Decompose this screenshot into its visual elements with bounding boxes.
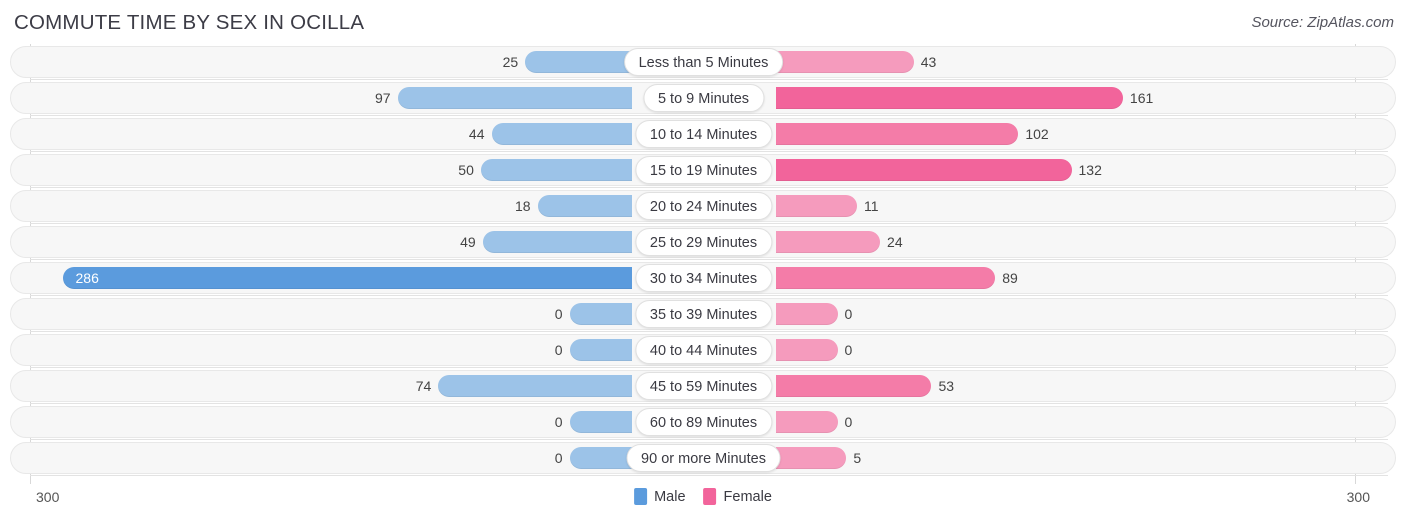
axis-tick-right: 300 xyxy=(1346,489,1370,505)
category-label-pill[interactable]: 90 or more Minutes xyxy=(626,444,781,472)
chart-header: COMMUTE TIME BY SEX IN OCILLA Source: Zi… xyxy=(0,0,1406,44)
legend-label-female: Female xyxy=(723,488,772,505)
bar-row[interactable]: 74 53 45 to 59 Minutes xyxy=(0,368,1406,404)
bar-female[interactable] xyxy=(775,51,914,73)
bar-male[interactable] xyxy=(397,87,632,109)
bar-male[interactable] xyxy=(525,51,632,73)
value-male: 49 xyxy=(460,234,476,250)
bar-female[interactable] xyxy=(775,447,847,469)
bar-female[interactable] xyxy=(775,411,838,433)
bar-row[interactable]: 50 132 15 to 19 Minutes xyxy=(0,152,1406,188)
value-male: 0 xyxy=(554,414,563,430)
bar-row[interactable]: 25 43 Less than 5 Minutes xyxy=(0,44,1406,80)
value-female: 43 xyxy=(920,54,937,70)
category-label-pill[interactable]: 15 to 19 Minutes xyxy=(634,156,773,184)
category-label-pill[interactable]: 5 to 9 Minutes xyxy=(642,84,765,112)
value-male: 25 xyxy=(502,54,519,70)
category-label-pill[interactable]: 10 to 14 Minutes xyxy=(634,120,773,148)
category-label-pill[interactable]: Less than 5 Minutes xyxy=(623,48,784,76)
bar-male[interactable] xyxy=(482,231,632,253)
legend-swatch-male-icon xyxy=(634,488,648,505)
category-label-pill[interactable]: 45 to 59 Minutes xyxy=(634,372,773,400)
bar-row[interactable]: 0 0 60 to 89 Minutes xyxy=(0,404,1406,440)
legend-item-male[interactable]: Male xyxy=(634,488,686,505)
category-label-pill[interactable]: 20 to 24 Minutes xyxy=(634,192,773,220)
legend: Male Female xyxy=(634,488,772,505)
chart-container: COMMUTE TIME BY SEX IN OCILLA Source: Zi… xyxy=(0,0,1406,523)
legend-item-female[interactable]: Female xyxy=(703,488,772,505)
category-label-pill[interactable]: 30 to 34 Minutes xyxy=(634,264,773,292)
value-female: 132 xyxy=(1078,162,1102,178)
value-male: 97 xyxy=(374,90,391,106)
bar-female[interactable] xyxy=(775,303,838,325)
bar-female[interactable] xyxy=(775,123,1019,145)
value-female: 102 xyxy=(1025,126,1049,142)
value-female: 5 xyxy=(853,450,862,466)
bar-male[interactable] xyxy=(62,267,632,289)
bar-row[interactable]: 0 0 35 to 39 Minutes xyxy=(0,296,1406,332)
value-male: 286 xyxy=(75,270,99,286)
category-label-pill[interactable]: 40 to 44 Minutes xyxy=(634,336,773,364)
source-attribution: Source: ZipAtlas.com xyxy=(1251,14,1394,31)
category-label-pill[interactable]: 60 to 89 Minutes xyxy=(634,408,773,436)
bar-row[interactable]: 18 11 20 to 24 Minutes xyxy=(0,188,1406,224)
bar-female[interactable] xyxy=(775,159,1072,181)
bar-female[interactable] xyxy=(775,267,996,289)
value-male: 0 xyxy=(554,450,563,466)
bar-row[interactable]: 0 0 40 to 44 Minutes xyxy=(0,332,1406,368)
value-female: 0 xyxy=(844,306,853,322)
value-female: 24 xyxy=(887,234,903,250)
value-female: 161 xyxy=(1129,90,1154,106)
bar-row[interactable]: 286 89 30 to 34 Minutes xyxy=(0,260,1406,296)
page-title: COMMUTE TIME BY SEX IN OCILLA xyxy=(14,11,365,34)
value-female: 0 xyxy=(844,342,853,358)
bar-rows: 25 43 Less than 5 Minutes 97 161 5 to 9 Minut… xyxy=(0,44,1406,476)
bar-male[interactable] xyxy=(491,123,632,145)
value-female: 0 xyxy=(844,414,853,430)
bar-male[interactable] xyxy=(569,447,632,469)
bar-male[interactable] xyxy=(569,339,632,361)
category-label-pill[interactable]: 35 to 39 Minutes xyxy=(634,300,773,328)
value-male: 0 xyxy=(554,306,563,322)
value-male: 74 xyxy=(415,378,432,394)
value-male: 0 xyxy=(554,342,563,358)
chart-footer: 300 300 Male Female xyxy=(0,484,1406,523)
value-female: 53 xyxy=(938,378,955,394)
category-label-pill[interactable]: 25 to 29 Minutes xyxy=(634,228,773,256)
plot-area: 25 43 Less than 5 Minutes 97 161 5 to 9 Minut… xyxy=(0,44,1406,484)
bar-male[interactable] xyxy=(438,375,632,397)
bar-row[interactable]: 97 161 5 to 9 Minutes xyxy=(0,80,1406,116)
bar-male[interactable] xyxy=(480,159,632,181)
axis-tick-left: 300 xyxy=(36,489,60,505)
legend-swatch-female-icon xyxy=(703,488,717,505)
legend-label-male: Male xyxy=(654,488,686,505)
bar-male[interactable] xyxy=(569,303,632,325)
bar-female[interactable] xyxy=(775,195,857,217)
value-male: 50 xyxy=(458,162,474,178)
value-female: 89 xyxy=(1002,270,1018,286)
bar-male[interactable] xyxy=(537,195,632,217)
bar-row[interactable]: 0 5 90 or more Minutes xyxy=(0,440,1406,476)
bar-female[interactable] xyxy=(775,339,838,361)
value-female: 11 xyxy=(864,198,879,214)
bar-female[interactable] xyxy=(775,231,881,253)
bar-female[interactable] xyxy=(775,87,1123,109)
value-male: 44 xyxy=(468,126,485,142)
bar-male[interactable] xyxy=(569,411,632,433)
bar-female[interactable] xyxy=(775,375,932,397)
bar-row[interactable]: 49 24 25 to 29 Minutes xyxy=(0,224,1406,260)
value-male: 18 xyxy=(515,198,531,214)
bar-row[interactable]: 44 102 10 to 14 Minutes xyxy=(0,116,1406,152)
